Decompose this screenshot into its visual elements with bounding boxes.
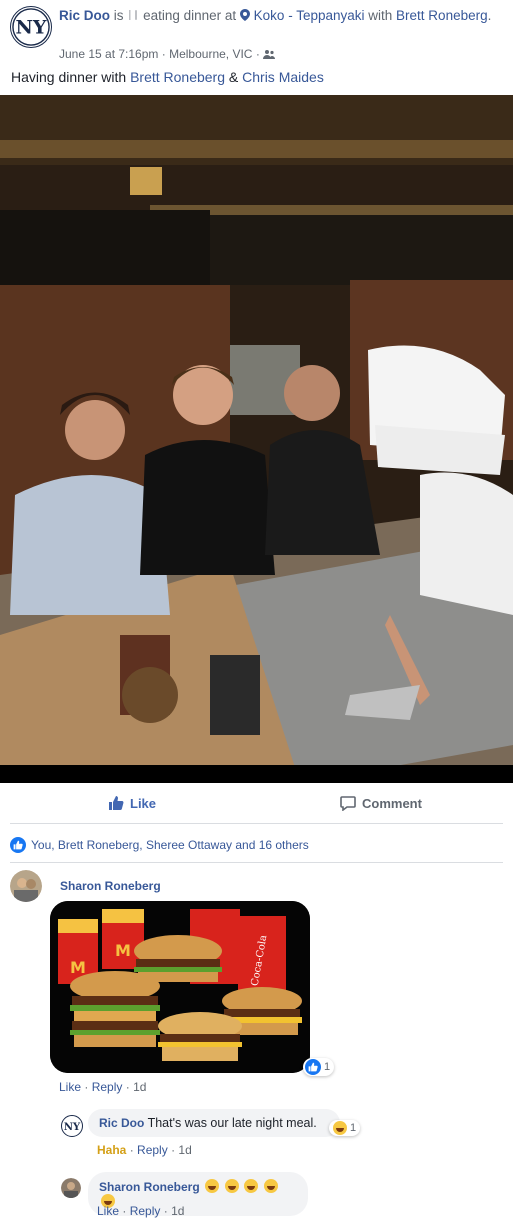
caption-person1-link[interactable]: Brett Roneberg — [130, 69, 225, 85]
comment-reaction-count[interactable]: 1 — [303, 1058, 335, 1076]
activity-text: eating dinner at — [143, 8, 237, 23]
yankees-logo-icon: NY — [64, 1122, 81, 1133]
post-meta: June 15 at 7:16pm · Melbourne, VIC · — [59, 46, 276, 62]
svg-text:M: M — [70, 958, 86, 977]
reactions-summary[interactable]: You, Brett Roneberg, Sheree Ottaway and … — [10, 834, 503, 863]
reply-reaction-count[interactable]: 1 — [329, 1120, 361, 1136]
comment-reply-link[interactable]: Reply — [92, 1080, 123, 1094]
place-link[interactable]: Koko - Teppanyaki — [254, 8, 365, 23]
reply-like-link[interactable]: Like — [97, 1204, 119, 1218]
post-date-link[interactable]: June 15 at 7:16pm — [59, 47, 158, 61]
haha-emoji-icon — [333, 1121, 347, 1135]
comment-button[interactable]: Comment — [340, 795, 422, 811]
comment-links: Like · Reply · 1d — [59, 1080, 147, 1094]
reply-time[interactable]: 1d — [171, 1204, 184, 1218]
period: . — [487, 8, 492, 23]
caption-amp: & — [228, 69, 239, 85]
reply-bubble: Ric Doo That's was our late night meal. — [88, 1109, 340, 1137]
comment-avatar[interactable] — [10, 870, 42, 902]
svg-text:NY: NY — [16, 17, 47, 39]
svg-text:M: M — [115, 941, 131, 960]
caption-person2-link[interactable]: Chris Maides — [242, 69, 324, 85]
reply-text: That's was our late night meal. — [147, 1116, 317, 1130]
reply-reply-link[interactable]: Reply — [130, 1204, 161, 1218]
location-pin-icon — [239, 7, 250, 21]
rofl-emoji-icon — [224, 1179, 239, 1193]
caption-prefix: Having dinner with — [11, 69, 127, 85]
laughing-emoji-icon — [205, 1179, 220, 1193]
like-label: Like — [130, 795, 157, 811]
reaction-count-text: 1 — [350, 1122, 357, 1134]
like-reaction-icon — [305, 1059, 321, 1075]
with-person-link[interactable]: Brett Roneberg — [396, 8, 488, 23]
haha-link[interactable]: Haha — [97, 1143, 126, 1157]
laughing-emoji-icon — [244, 1179, 259, 1193]
reactions-summary-text[interactable]: You, Brett Roneberg, Sheree Ottaway and … — [31, 838, 309, 852]
thumbs-up-icon — [109, 796, 124, 810]
comment-image[interactable]: M M Coca-Cola — [50, 901, 310, 1073]
reply-avatar[interactable] — [61, 1178, 81, 1198]
comment-author-link[interactable]: Sharon Roneberg — [60, 879, 161, 893]
reply-time[interactable]: 1d — [178, 1143, 191, 1157]
reply-author-link[interactable]: Ric Doo — [99, 1116, 144, 1130]
reaction-count-text: 1 — [324, 1061, 331, 1073]
post-caption: Having dinner with Brett Roneberg & Chri… — [11, 68, 324, 86]
post-photo[interactable] — [0, 95, 513, 783]
reply-reply-link[interactable]: Reply — [137, 1143, 168, 1157]
post-location-link[interactable]: Melbourne, VIC — [169, 47, 252, 61]
restaurant-photo-illustration — [0, 95, 513, 783]
is-text: is — [113, 8, 124, 23]
reply-links: Haha · Reply · 1d — [97, 1143, 192, 1157]
post-title: Ric Doo is eating dinner at Koko - Teppa… — [59, 6, 499, 26]
author-name-link[interactable]: Ric Doo — [59, 8, 110, 23]
yankees-logo-icon: NY — [12, 8, 50, 46]
svg-text:NY: NY — [64, 1122, 81, 1133]
like-button[interactable]: Like — [108, 795, 156, 811]
comment-like-link[interactable]: Like — [59, 1080, 81, 1094]
author-avatar[interactable]: NY — [10, 6, 52, 48]
comment-bubble-icon — [340, 796, 356, 811]
with-text: with — [368, 8, 393, 23]
rofl-emoji-icon — [263, 1179, 278, 1193]
reply-links: Like · Reply · 1d — [97, 1204, 185, 1218]
audience-friends-icon[interactable] — [263, 47, 276, 59]
fork-knife-icon — [127, 6, 139, 20]
comment-time[interactable]: 1d — [133, 1080, 146, 1094]
comment-label: Comment — [362, 795, 422, 811]
burger-meal-illustration: M M Coca-Cola — [50, 901, 310, 1073]
post-actions-bar: Like Comment — [10, 785, 503, 824]
reply-author-link[interactable]: Sharon Roneberg — [99, 1180, 200, 1194]
like-reaction-icon — [10, 837, 26, 853]
reply-avatar[interactable]: NY — [61, 1115, 83, 1137]
